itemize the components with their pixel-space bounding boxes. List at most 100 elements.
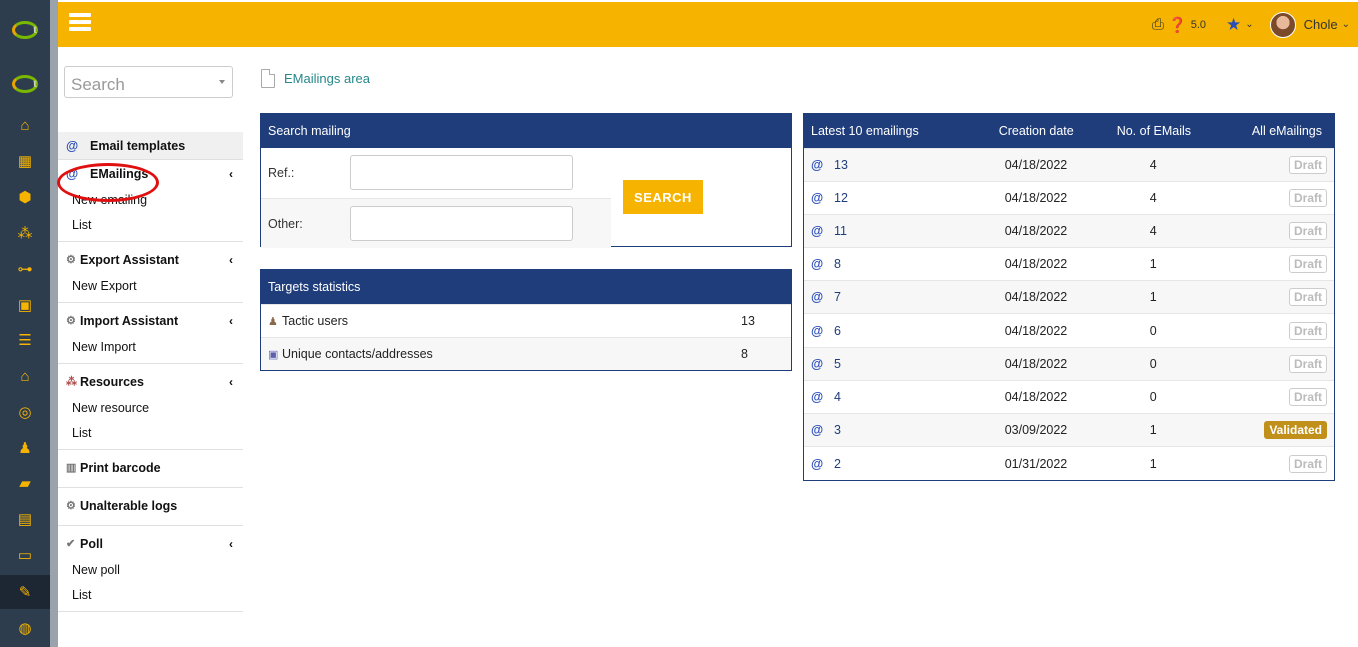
col-all-emailings[interactable]: All eMailings <box>1246 114 1334 148</box>
menu-resource-list[interactable]: List <box>58 420 243 445</box>
status-badge: Draft <box>1288 354 1327 373</box>
chevron-left-icon[interactable]: ‹ <box>229 314 233 328</box>
table-row: @12 04/18/2022 4 Draft <box>804 180 1334 215</box>
breadcrumb: EMailings area <box>261 69 370 88</box>
highlight-circle <box>57 163 159 202</box>
globe-icon[interactable]: ◍ <box>0 611 50 645</box>
menu-label: Import Assistant <box>80 313 179 328</box>
email-count: 1 <box>1116 280 1247 314</box>
col-latest: Latest 10 emailings <box>804 114 999 148</box>
email-count: 0 <box>1116 379 1247 414</box>
page-title[interactable]: EMailings area <box>284 71 370 86</box>
calendar-icon[interactable]: ▤ <box>0 502 50 536</box>
table-row: @8 04/18/2022 1 Draft <box>804 247 1334 281</box>
creation-date: 04/18/2022 <box>998 313 1117 348</box>
emailing-ref-link[interactable]: 5 <box>834 346 999 381</box>
home-icon[interactable]: ⌂ <box>0 108 50 142</box>
emailing-ref-link[interactable]: 4 <box>834 379 999 414</box>
cubes-icon[interactable]: ⁂ <box>0 216 50 250</box>
menu-new-resource[interactable]: New resource <box>58 395 243 420</box>
logo-icon[interactable]: t <box>0 64 50 104</box>
avatar[interactable] <box>1269 11 1296 38</box>
table-row: @7 04/18/2022 1 Draft <box>804 280 1334 314</box>
email-count: 4 <box>1116 147 1247 182</box>
at-icon: @ <box>804 446 834 480</box>
user-icon[interactable]: ♟ <box>0 431 50 465</box>
menu-label: Unalterable logs <box>80 498 178 513</box>
ref-row: Ref.: <box>261 155 611 190</box>
search-dollar-icon[interactable]: ◎ <box>0 395 50 429</box>
menu-unalterable-logs[interactable]: ⚙ Unalterable logs <box>58 492 243 519</box>
creation-date: 04/18/2022 <box>998 247 1117 281</box>
search-button[interactable]: SEARCH <box>623 180 703 214</box>
panel-title: Search mailing <box>261 114 791 148</box>
wrench-icon[interactable]: ✎ <box>0 575 50 609</box>
emailing-ref-link[interactable]: 7 <box>834 280 999 314</box>
email-count: 0 <box>1116 313 1247 348</box>
table-row: @3 03/09/2022 1 Validated <box>804 412 1334 447</box>
briefcase-icon[interactable]: ▣ <box>0 288 50 322</box>
at-icon: @ <box>804 280 834 314</box>
ref-input[interactable] <box>350 155 573 190</box>
email-count: 4 <box>1116 213 1247 248</box>
col-creation-date: Creation date <box>998 114 1117 148</box>
box-icon[interactable]: ⬢ <box>0 180 50 214</box>
menu-label: Export Assistant <box>80 252 179 267</box>
menu-export-assistant[interactable]: ⚙ Export Assistant ‹ <box>58 246 243 273</box>
top-bar: ⎙ ❓ 5.0 ★ ⌄ Chole ⌄ <box>58 2 1358 47</box>
table-row: @4 04/18/2022 0 Draft <box>804 379 1334 414</box>
creation-date: 04/18/2022 <box>998 180 1117 215</box>
menu-resources[interactable]: ⁂ Resources ‹ <box>58 368 243 395</box>
gears-icon: ⚙ <box>66 315 76 327</box>
menu-poll[interactable]: ✔ Poll ‹ <box>58 530 243 557</box>
chevron-down-icon[interactable]: ⌄ <box>1245 19 1253 30</box>
chevron-down-icon[interactable] <box>219 80 225 84</box>
chevron-left-icon[interactable]: ‹ <box>229 375 233 389</box>
status-badge: Draft <box>1288 387 1327 406</box>
menu-new-import[interactable]: New Import <box>58 334 243 359</box>
menu-new-poll[interactable]: New poll <box>58 557 243 582</box>
status-badge: Draft <box>1288 321 1327 340</box>
ticket-icon[interactable]: ▭ <box>0 538 50 572</box>
user-name[interactable]: Chole <box>1304 17 1338 32</box>
chevron-down-icon[interactable]: ⌄ <box>1342 19 1350 30</box>
building-icon[interactable]: ▦ <box>0 144 50 178</box>
logo-icon[interactable]: t <box>0 10 50 50</box>
emailing-ref-link[interactable]: 3 <box>834 412 999 447</box>
menu-import-assistant[interactable]: ⚙ Import Assistant ‹ <box>58 307 243 334</box>
gears-icon: ⚙ <box>66 254 76 266</box>
other-input[interactable] <box>350 206 573 241</box>
menu-email-templates[interactable]: @ Email templates <box>58 132 243 159</box>
menu-poll-list[interactable]: List <box>58 582 243 607</box>
top-bar-right: ⎙ ❓ 5.0 ★ ⌄ Chole ⌄ <box>1152 2 1350 47</box>
print-icon[interactable]: ⎙ <box>1152 16 1164 33</box>
left-menu: @ Email templates @ EMailings ‹ New emai… <box>58 132 243 612</box>
database-icon[interactable]: ☰ <box>0 323 50 357</box>
folder-open-icon[interactable]: ▰ <box>0 466 50 500</box>
emailing-ref-link[interactable]: 11 <box>834 213 999 248</box>
help-icon[interactable]: ❓ <box>1168 16 1187 34</box>
other-row: Other: <box>261 198 611 248</box>
table-row: @13 04/18/2022 4 Draft <box>804 147 1334 182</box>
menu-new-export[interactable]: New Export <box>58 273 243 298</box>
star-icon[interactable]: ★ <box>1226 15 1241 35</box>
creation-date: 04/18/2022 <box>998 213 1117 248</box>
menu-print-barcode[interactable]: ▥ Print barcode <box>58 454 243 481</box>
emailing-ref-link[interactable]: 12 <box>834 180 999 215</box>
status-badge: Draft <box>1288 155 1327 174</box>
search-input[interactable]: Search <box>64 66 233 98</box>
emailing-ref-link[interactable]: 2 <box>834 446 999 480</box>
menu-icon[interactable] <box>69 13 91 31</box>
chevron-left-icon[interactable]: ‹ <box>229 253 233 267</box>
emailing-ref-link[interactable]: 13 <box>834 147 999 182</box>
emailing-ref-link[interactable]: 6 <box>834 313 999 348</box>
chevron-left-icon[interactable]: ‹ <box>229 537 233 551</box>
sitemap-icon[interactable]: ⊶ <box>0 252 50 286</box>
stat-row: ▣ Unique contacts/addresses 8 <box>261 337 791 370</box>
email-count: 1 <box>1116 412 1247 447</box>
emailing-ref-link[interactable]: 8 <box>834 247 999 281</box>
creation-date: 03/09/2022 <box>998 412 1117 447</box>
chevron-left-icon[interactable]: ‹ <box>229 167 233 181</box>
bank-icon[interactable]: ⌂ <box>0 359 50 393</box>
menu-emailing-list[interactable]: List <box>58 212 243 237</box>
